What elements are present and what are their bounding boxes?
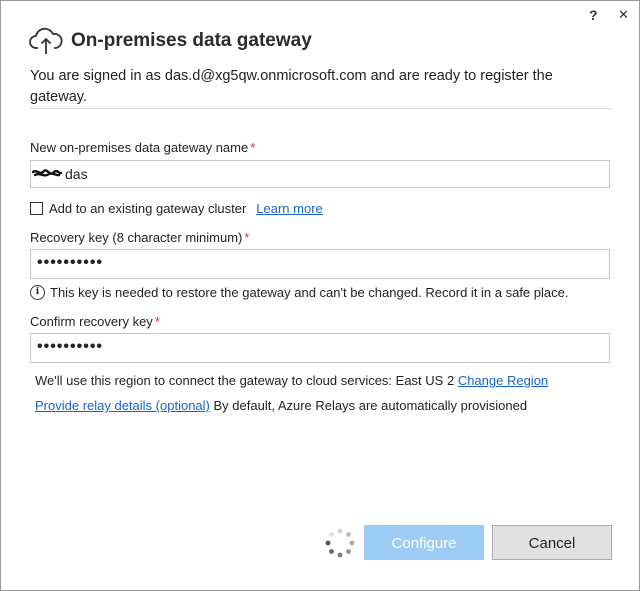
recovery-key-input[interactable]: •••••••••• — [30, 249, 610, 279]
divider — [30, 108, 612, 109]
info-icon: i — [30, 285, 45, 300]
confirm-key-input[interactable]: •••••••••• — [30, 333, 610, 363]
gateway-name-value: das — [65, 166, 88, 182]
gateway-dialog: ? ✕ On-premises data gateway You are sig… — [0, 0, 640, 591]
gateway-name-input[interactable]: das — [30, 160, 610, 188]
required-mark: * — [154, 314, 160, 329]
learn-more-link[interactable]: Learn more — [256, 201, 322, 216]
confirm-key-label: Confirm recovery key * — [30, 314, 160, 329]
dialog-header: On-premises data gateway — [29, 21, 312, 61]
cluster-label[interactable]: Add to an existing gateway cluster — [49, 201, 246, 216]
required-mark: * — [244, 230, 250, 245]
loading-spinner-icon — [325, 528, 355, 558]
cancel-button[interactable]: Cancel — [492, 525, 612, 560]
redaction-scribble — [32, 169, 62, 177]
signed-in-message: You are signed in as das.d@xg5qw.onmicro… — [30, 68, 553, 105]
relay-details-link[interactable]: Provide relay details (optional) — [35, 398, 210, 413]
help-button[interactable]: ? — [589, 7, 598, 23]
cluster-checkbox[interactable] — [30, 202, 43, 215]
gateway-name-label: New on-premises data gateway name * — [30, 140, 256, 155]
cluster-row: Add to an existing gateway cluster Learn… — [30, 201, 323, 216]
change-region-link[interactable]: Change Region — [458, 373, 548, 388]
info-text: This key is needed to restore the gatewa… — [50, 285, 569, 300]
region-row: We'll use this region to connect the gat… — [35, 373, 548, 388]
cloud-upload-icon — [29, 26, 63, 56]
recovery-key-label: Recovery key (8 character minimum) * — [30, 230, 250, 245]
required-mark: * — [250, 140, 256, 155]
info-row: i This key is needed to restore the gate… — [30, 285, 568, 300]
close-button[interactable]: ✕ — [618, 7, 629, 23]
region-text: We'll use this region to connect the gat… — [35, 373, 455, 388]
configure-button[interactable]: Configure — [364, 525, 484, 560]
dialog-title: On-premises data gateway — [71, 30, 312, 51]
relay-text: By default, Azure Relays are automatical… — [213, 398, 528, 413]
relay-row: Provide relay details (optional) By defa… — [35, 398, 527, 413]
